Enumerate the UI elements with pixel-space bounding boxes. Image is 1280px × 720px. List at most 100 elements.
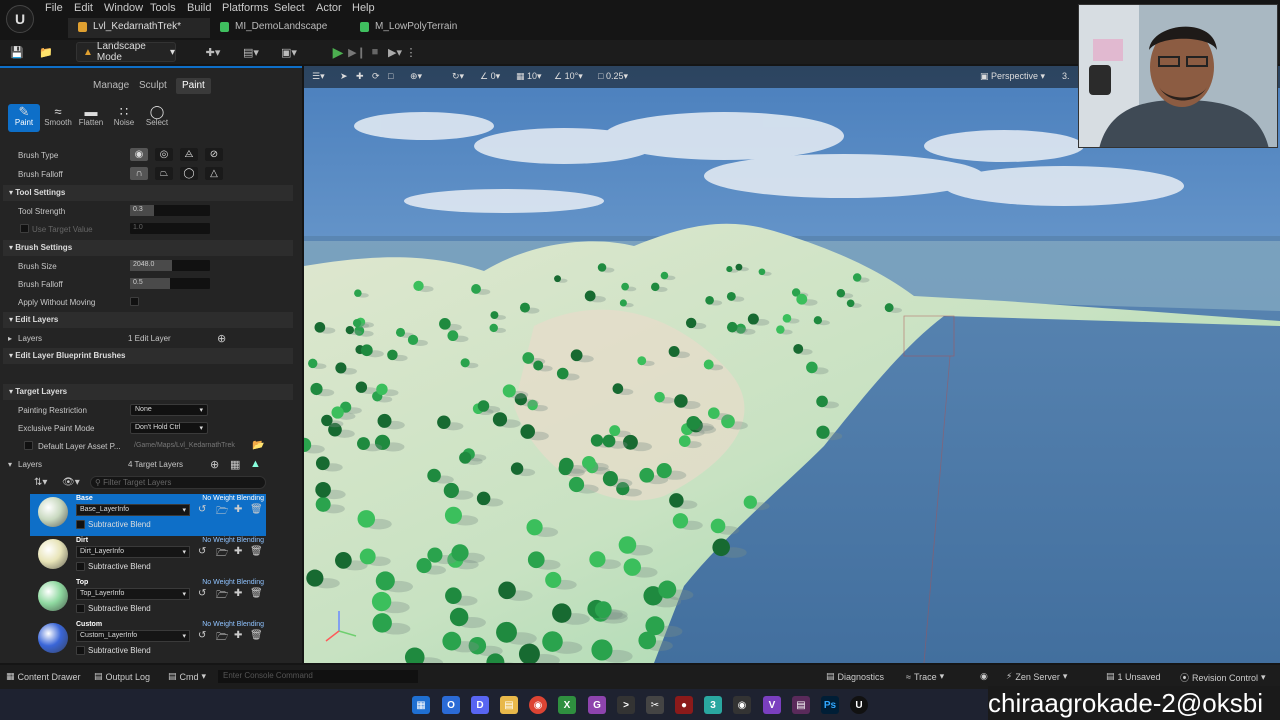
add-edit-layer-icon[interactable]: ⊕ bbox=[217, 332, 226, 345]
tool-smooth[interactable]: ≈ Smooth bbox=[42, 104, 74, 132]
paint-layer-icon[interactable]: ▲ bbox=[250, 458, 261, 470]
reimport-icon[interactable]: ↺ bbox=[198, 504, 206, 515]
record-icon[interactable]: ◉ bbox=[980, 671, 988, 682]
browse-icon[interactable]: 🗁 bbox=[216, 546, 228, 563]
delete-icon[interactable]: 🗑 bbox=[250, 630, 263, 641]
menu-file[interactable]: File bbox=[45, 2, 63, 14]
target-layer-row[interactable]: Dirt No Weight Blending Dirt_LayerInfo ▾ ↺ 🗁 ✚… bbox=[30, 536, 266, 578]
filter-target-layers-input[interactable]: ⚲ Filter Target Layers bbox=[90, 476, 266, 489]
landscape-scene[interactable] bbox=[304, 66, 1280, 663]
surface-snap-icon[interactable]: ↻▾ bbox=[452, 71, 464, 82]
revision-control-button[interactable]: ⦿ Revision Control ▾ bbox=[1180, 671, 1266, 684]
discord-icon[interactable]: D bbox=[471, 696, 489, 714]
step-icon[interactable]: ▶❙ bbox=[348, 43, 366, 61]
play-button[interactable]: ▶ bbox=[330, 43, 346, 61]
content-browser-icon[interactable]: 📁 bbox=[38, 43, 54, 61]
brush-size-field[interactable]: 2048.0 bbox=[130, 260, 210, 271]
target-layer-row[interactable]: Custom No Weight Blending Custom_LayerInfo… bbox=[30, 620, 266, 662]
tool-flatten[interactable]: ▬ Flatten bbox=[75, 104, 107, 132]
painting-restriction-select[interactable]: None ▾ bbox=[130, 404, 208, 416]
tab-sculpt[interactable]: Sculpt bbox=[133, 78, 173, 94]
perspective-button[interactable]: ▣ Perspective ▾ bbox=[980, 71, 1045, 82]
menu-help[interactable]: Help bbox=[352, 2, 375, 14]
content-drawer-button[interactable]: ▦ Content Drawer bbox=[6, 671, 81, 682]
apply-without-moving-checkbox[interactable] bbox=[130, 297, 139, 306]
select-mode-icon[interactable]: ➤ bbox=[340, 71, 348, 82]
output-log-button[interactable]: ▤ Output Log bbox=[94, 671, 150, 682]
subtractive-blend[interactable]: Subtractive Blend bbox=[76, 646, 151, 655]
subtractive-blend-checkbox[interactable] bbox=[76, 646, 85, 655]
folder-icon[interactable]: 📂 bbox=[252, 440, 264, 451]
chrome-icon[interactable]: ◉ bbox=[529, 696, 547, 714]
brush-falloff-field[interactable]: 0.5 bbox=[130, 278, 210, 289]
scale-snap[interactable]: □ 0.25▾ bbox=[598, 71, 628, 82]
outlook-icon[interactable]: O bbox=[442, 696, 460, 714]
layer-info-select[interactable]: Top_LayerInfo ▾ bbox=[76, 588, 190, 600]
add-icon[interactable]: ✚ bbox=[234, 504, 242, 515]
add-target-layer-icon[interactable]: ⊕ bbox=[210, 458, 219, 471]
stop-icon[interactable]: ■ bbox=[368, 43, 382, 61]
add-actor-icon[interactable]: ✚▾ bbox=[200, 43, 226, 61]
smooth-falloff-icon[interactable]: ∩ bbox=[130, 167, 148, 180]
menu-actor[interactable]: Actor bbox=[316, 2, 342, 14]
subtractive-blend-checkbox[interactable] bbox=[76, 562, 85, 571]
diagnostics-button[interactable]: ▤ Diagnostics bbox=[826, 671, 884, 682]
terminal-icon[interactable]: > bbox=[617, 696, 635, 714]
menu-edit[interactable]: Edit bbox=[74, 2, 93, 14]
blueprint-icon[interactable]: ▤▾ bbox=[238, 43, 264, 61]
eject-icon[interactable]: ▶▾ bbox=[388, 43, 402, 61]
visibility-icon[interactable]: 👁▾ bbox=[62, 477, 80, 488]
tool-select[interactable]: ◯ Select bbox=[141, 104, 173, 132]
app-purple-icon[interactable]: ▤ bbox=[792, 696, 810, 714]
layer-info-select[interactable]: Base_LayerInfo ▾ bbox=[76, 504, 190, 516]
subtractive-blend-checkbox[interactable] bbox=[76, 520, 85, 529]
circle-brush-icon[interactable]: ◉ bbox=[130, 148, 148, 161]
component-brush-icon[interactable]: ⊘ bbox=[205, 148, 223, 161]
excel-icon[interactable]: X bbox=[558, 696, 576, 714]
spherical-falloff-icon[interactable]: ◯ bbox=[180, 167, 198, 180]
tab-material-instance[interactable]: MI_DemoLandscape bbox=[210, 18, 350, 38]
alpha-brush-icon[interactable]: ◎ bbox=[155, 148, 173, 161]
default-layer-asset-checkbox[interactable] bbox=[24, 441, 33, 450]
viewport-options-icon[interactable]: ☰▾ bbox=[312, 71, 325, 82]
add-icon[interactable]: ✚ bbox=[234, 630, 242, 641]
target-layers-header[interactable]: ▾ Target Layers bbox=[3, 384, 293, 400]
angle-snap[interactable]: ∠ 0▾ bbox=[480, 71, 500, 82]
file-explorer-icon[interactable]: ▤ bbox=[500, 696, 518, 714]
menu-select[interactable]: Select bbox=[274, 2, 305, 14]
world-icon[interactable]: ⊕▾ bbox=[410, 71, 422, 82]
use-target-checkbox[interactable] bbox=[20, 224, 29, 233]
app-teal-icon[interactable]: 3 bbox=[704, 696, 722, 714]
blueprint-brushes-header[interactable]: ▾ Edit Layer Blueprint Brushes bbox=[3, 348, 293, 364]
tool-strength-field[interactable]: 0.3 bbox=[130, 205, 210, 216]
menu-window[interactable]: Window bbox=[104, 2, 143, 14]
app-red-icon[interactable]: ● bbox=[675, 696, 693, 714]
tool-paint[interactable]: ✎ Paint bbox=[8, 104, 40, 132]
zen-server-button[interactable]: ⚡ Zen Server ▾ bbox=[1006, 671, 1067, 682]
sort-icon[interactable]: ⇅▾ bbox=[34, 477, 47, 488]
subtractive-blend[interactable]: Subtractive Blend bbox=[76, 604, 151, 613]
target-layer-row[interactable]: Top No Weight Blending Top_LayerInfo ▾ ↺ 🗁 ✚ 🗑 S… bbox=[30, 578, 266, 620]
subtractive-blend[interactable]: Subtractive Blend bbox=[76, 520, 151, 529]
unsaved-button[interactable]: ▤ 1 Unsaved bbox=[1106, 671, 1161, 682]
browse-icon[interactable]: 🗁 bbox=[216, 630, 228, 647]
tool-noise[interactable]: ∷ Noise bbox=[108, 104, 140, 132]
rotate-icon[interactable]: ⟳ bbox=[372, 71, 380, 82]
tool-settings-header[interactable]: ▾ Tool Settings bbox=[3, 185, 293, 201]
tab-material[interactable]: M_LowPolyTerrain bbox=[350, 18, 490, 38]
layer-info-select[interactable]: Custom_LayerInfo ▾ bbox=[76, 630, 190, 642]
tab-manage[interactable]: Manage bbox=[87, 78, 135, 94]
trace-button[interactable]: ≈ Trace ▾ bbox=[906, 671, 944, 682]
windows-start-icon[interactable]: ▦ bbox=[412, 696, 430, 714]
translate-icon[interactable]: ✚ bbox=[356, 71, 364, 82]
rotation-snap[interactable]: ∠ 10°▾ bbox=[554, 71, 583, 82]
unreal-taskbar-icon[interactable]: U bbox=[850, 696, 868, 714]
level-viewport[interactable]: ☰▾ ➤ ✚ ⟳ □ ⊕▾ ↻▾ ∠ 0▾ ▦ 10▾ ∠ 10°▾ □ 0.2… bbox=[304, 66, 1280, 663]
scale-icon[interactable]: □ bbox=[388, 71, 393, 81]
delete-icon[interactable]: 🗑 bbox=[250, 504, 263, 515]
layers-expand-icon[interactable]: ▸ bbox=[8, 334, 12, 343]
unreal-logo-icon[interactable]: U bbox=[6, 5, 34, 33]
subtractive-blend-checkbox[interactable] bbox=[76, 604, 85, 613]
pattern-brush-icon[interactable]: ⨺ bbox=[180, 148, 198, 161]
reimport-icon[interactable]: ↺ bbox=[198, 588, 206, 599]
